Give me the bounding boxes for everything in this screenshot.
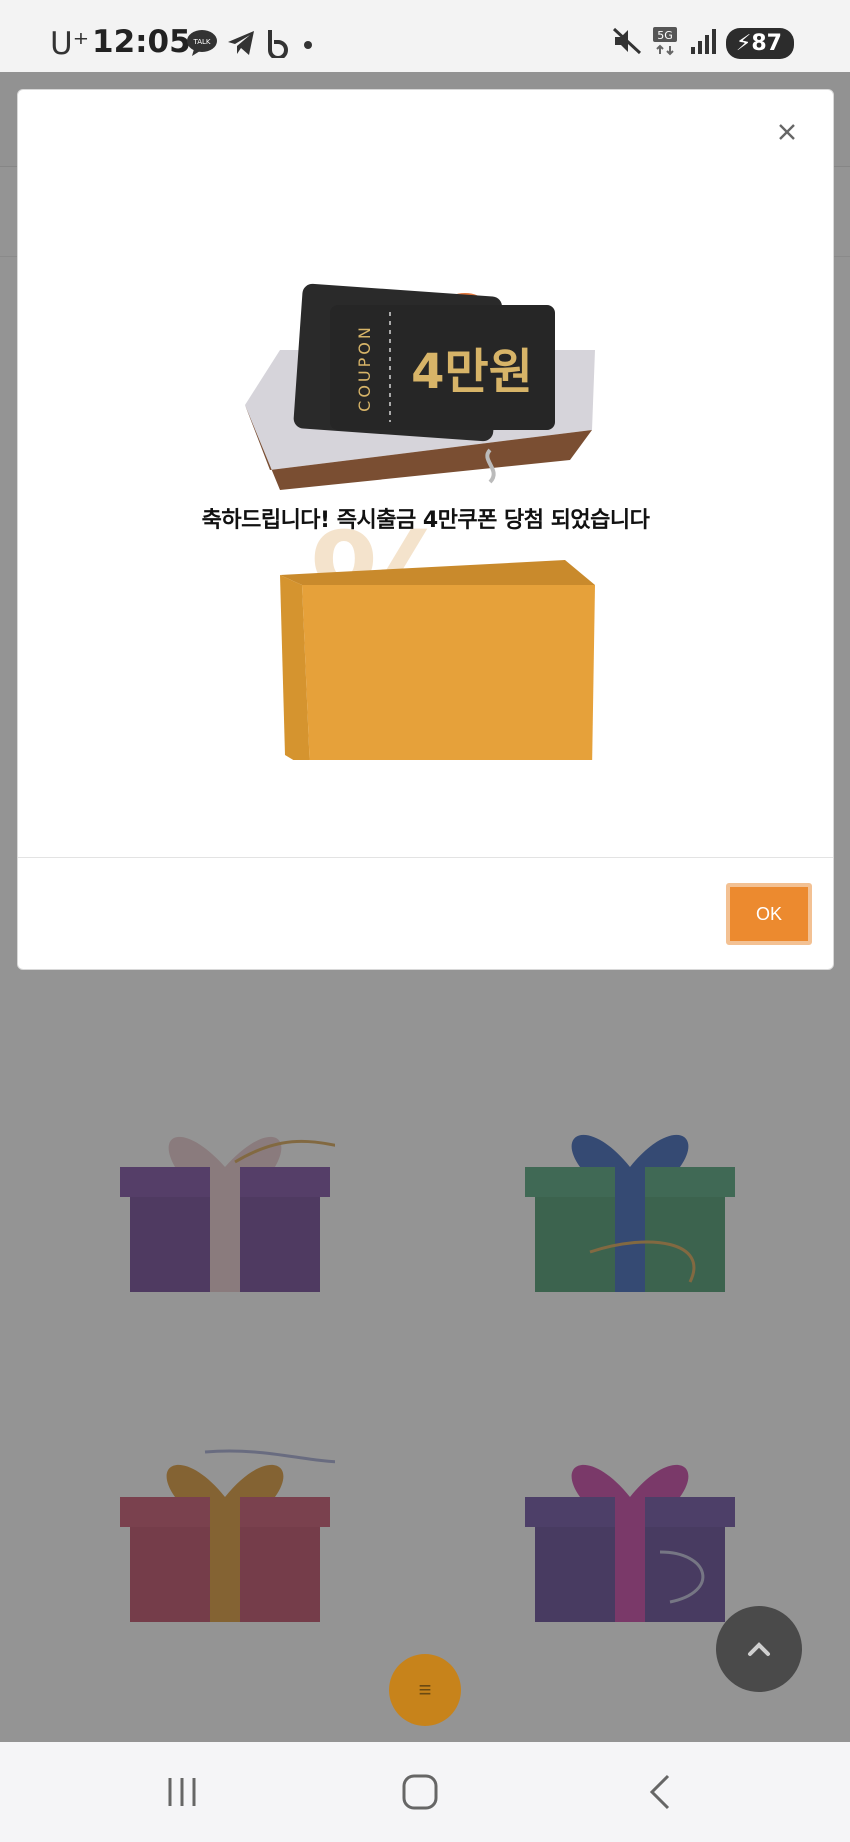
coupon-modal: COUPON 4만원 % 축하드립니다! 즉시출금 4만쿠폰 당첨 되었습니다 … (17, 89, 834, 970)
menu-fab-button[interactable]: ≡ (389, 1654, 461, 1726)
system-status: 5G ⚡87 (612, 26, 794, 61)
menu-icon: ≡ (418, 1677, 432, 1702)
home-icon (402, 1774, 438, 1810)
battery-indicator: ⚡87 (725, 28, 794, 59)
dot-icon (300, 29, 316, 62)
battery-level: 87 (751, 31, 782, 56)
congratulations-message: 축하드립니다! 즉시출금 4만쿠폰 당첨 되었습니다 (201, 508, 650, 533)
coupon-amount: 4만원 (411, 344, 533, 400)
close-button[interactable] (769, 114, 805, 150)
signal-icon (690, 27, 716, 60)
close-icon (779, 124, 795, 140)
recent-apps-icon (168, 1778, 196, 1806)
network-label: 5G (657, 29, 673, 42)
status-bar: U⁺ 12:05 TALK 5G ⚡87 (0, 0, 850, 72)
recent-apps-button[interactable] (152, 1768, 212, 1816)
chevron-up-icon (748, 1642, 770, 1656)
ok-button-focus-ring: OK (726, 883, 812, 945)
svg-text:TALK: TALK (192, 38, 210, 46)
scroll-to-top-button[interactable] (716, 1606, 802, 1692)
system-navigation-bar (0, 1742, 850, 1842)
network-5g-icon: 5G (652, 26, 680, 61)
telegram-icon (226, 29, 256, 62)
back-chevron-icon (649, 1774, 670, 1810)
carrier-label: U⁺ (50, 26, 90, 62)
kakaotalk-icon: TALK (186, 29, 218, 62)
clock: 12:05 (92, 24, 191, 60)
band-icon (264, 28, 292, 63)
notification-icons: TALK (186, 28, 316, 63)
home-button[interactable] (390, 1768, 450, 1816)
coupon-side-label: COUPON (355, 324, 374, 412)
mute-icon (612, 26, 642, 61)
back-button[interactable] (630, 1768, 690, 1816)
modal-footer-divider (18, 857, 833, 858)
ok-button[interactable]: OK (730, 887, 808, 941)
